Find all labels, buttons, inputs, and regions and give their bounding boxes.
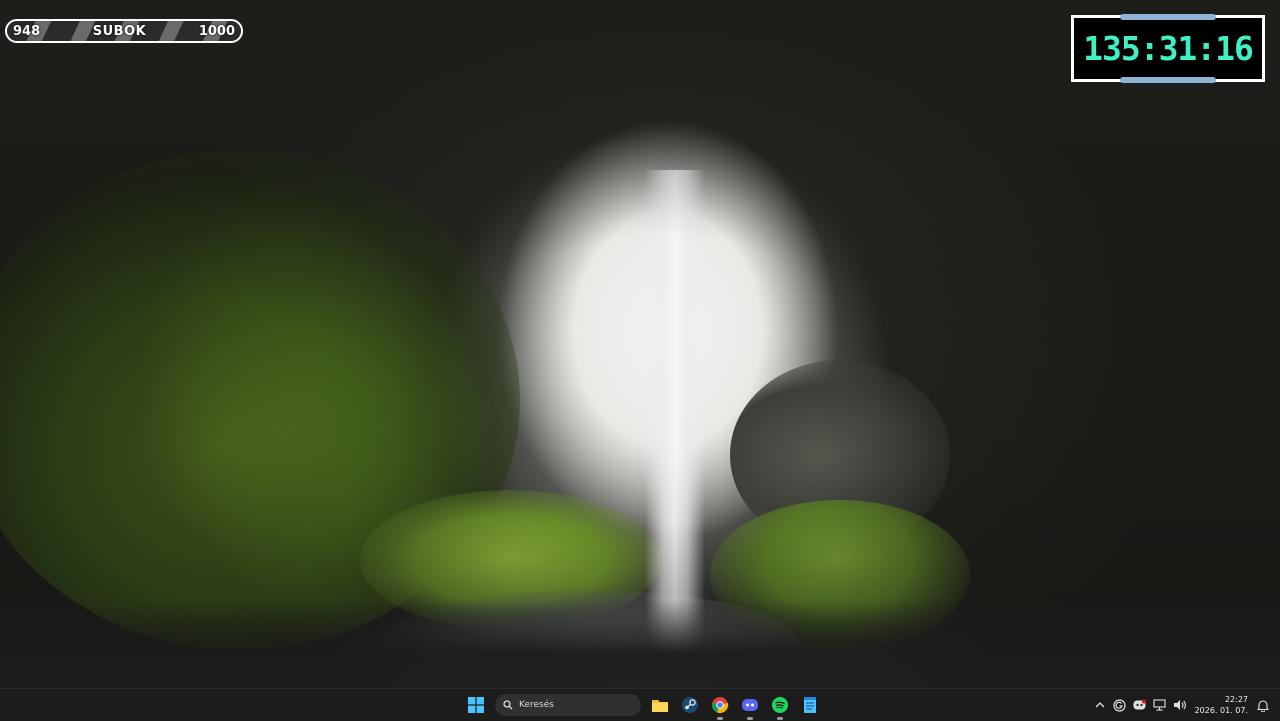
- tray-app-button[interactable]: [1113, 698, 1127, 712]
- timer-widget: 135:31:16: [1071, 14, 1265, 83]
- sub-goal-label: SUBOK: [92, 23, 147, 39]
- notepad-button[interactable]: [799, 694, 821, 716]
- chevron-up-icon: [1095, 702, 1105, 708]
- g-circle-icon: [1113, 698, 1126, 712]
- network-button[interactable]: [1153, 698, 1167, 712]
- taskbar: Keresés 22:27 2026. 01. 07.: [0, 688, 1280, 720]
- spotify-button[interactable]: [769, 694, 791, 720]
- steam-button[interactable]: [679, 694, 701, 716]
- bell-icon: [1257, 699, 1269, 712]
- taskbar-clock[interactable]: 22:27 2026. 01. 07.: [1195, 694, 1248, 716]
- search-icon: [503, 700, 513, 710]
- timer-bottom-bar: [1120, 77, 1216, 83]
- show-hidden-icons-button[interactable]: [1093, 698, 1107, 712]
- taskbar-search[interactable]: Keresés: [495, 694, 641, 716]
- chrome-icon: [711, 697, 729, 714]
- discord-button[interactable]: [739, 694, 761, 720]
- desktop-wallpaper: [0, 0, 1280, 688]
- search-placeholder: Keresés: [519, 700, 554, 710]
- steam-icon: [682, 697, 698, 713]
- discord-icon: [742, 699, 758, 711]
- chrome-button[interactable]: [709, 694, 731, 720]
- timer-top-bar: [1120, 14, 1216, 20]
- sub-goal-target: 1000: [198, 23, 235, 39]
- spotify-icon: [772, 697, 788, 713]
- timer-value: 135:31:16: [1083, 29, 1254, 68]
- file-explorer-button[interactable]: [649, 694, 671, 716]
- clock-date: 2026. 01. 07.: [1194, 706, 1248, 715]
- discord-tray-icon: [1133, 699, 1147, 710]
- start-button[interactable]: [465, 694, 487, 716]
- speaker-icon: [1173, 700, 1186, 710]
- clock-time: 22:27: [1224, 695, 1248, 704]
- sub-goal-current: 948: [13, 23, 41, 39]
- wallpaper-vignette: [0, 0, 1280, 688]
- file-explorer-icon: [652, 700, 668, 712]
- sub-goal-widget: 948 SUBOK 1000: [5, 19, 243, 43]
- tray-discord-button[interactable]: [1133, 698, 1147, 712]
- start-icon: [468, 697, 484, 713]
- system-tray: 22:27 2026. 01. 07.: [1093, 689, 1280, 721]
- notifications-button[interactable]: [1256, 698, 1270, 712]
- volume-button[interactable]: [1173, 698, 1187, 712]
- taskbar-center: Keresés: [465, 689, 821, 721]
- notepad-icon: [804, 697, 816, 713]
- network-icon: [1153, 699, 1166, 711]
